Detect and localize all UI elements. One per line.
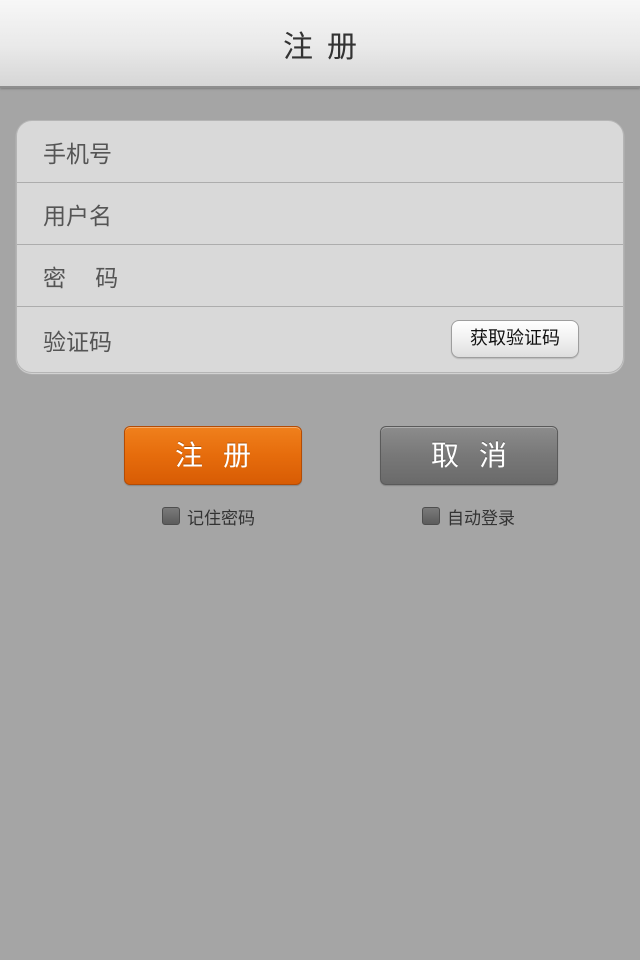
remember-password-label: 记住密码	[187, 508, 255, 529]
registration-form: 手机号 用户名 密 码 验证码 获取验证码	[16, 120, 624, 373]
password-label: 密 码	[43, 265, 119, 292]
username-row[interactable]: 用户名	[17, 183, 623, 245]
phone-row[interactable]: 手机号	[17, 121, 623, 183]
register-button[interactable]: 注册	[124, 426, 302, 485]
remember-password-option[interactable]: 记住密码	[162, 505, 255, 529]
remember-password-checkbox[interactable]	[162, 507, 180, 525]
password-row[interactable]: 密 码	[17, 245, 623, 307]
auto-login-option[interactable]: 自动登录	[422, 505, 515, 529]
auto-login-checkbox[interactable]	[422, 507, 440, 525]
navigation-bar: 注册	[0, 0, 640, 88]
password-input[interactable]	[167, 255, 603, 296]
username-label: 用户名	[43, 203, 112, 230]
auto-login-label: 自动登录	[447, 508, 515, 529]
get-verification-code-button[interactable]: 获取验证码	[451, 320, 579, 358]
verification-code-row[interactable]: 验证码 获取验证码	[17, 307, 623, 372]
phone-input[interactable]	[167, 131, 603, 172]
cancel-button[interactable]: 取消	[380, 426, 558, 485]
phone-label: 手机号	[43, 141, 112, 168]
verification-code-label: 验证码	[43, 330, 112, 356]
verification-code-input[interactable]	[167, 317, 433, 363]
page-title: 注册	[283, 30, 371, 65]
username-input[interactable]	[167, 193, 603, 234]
